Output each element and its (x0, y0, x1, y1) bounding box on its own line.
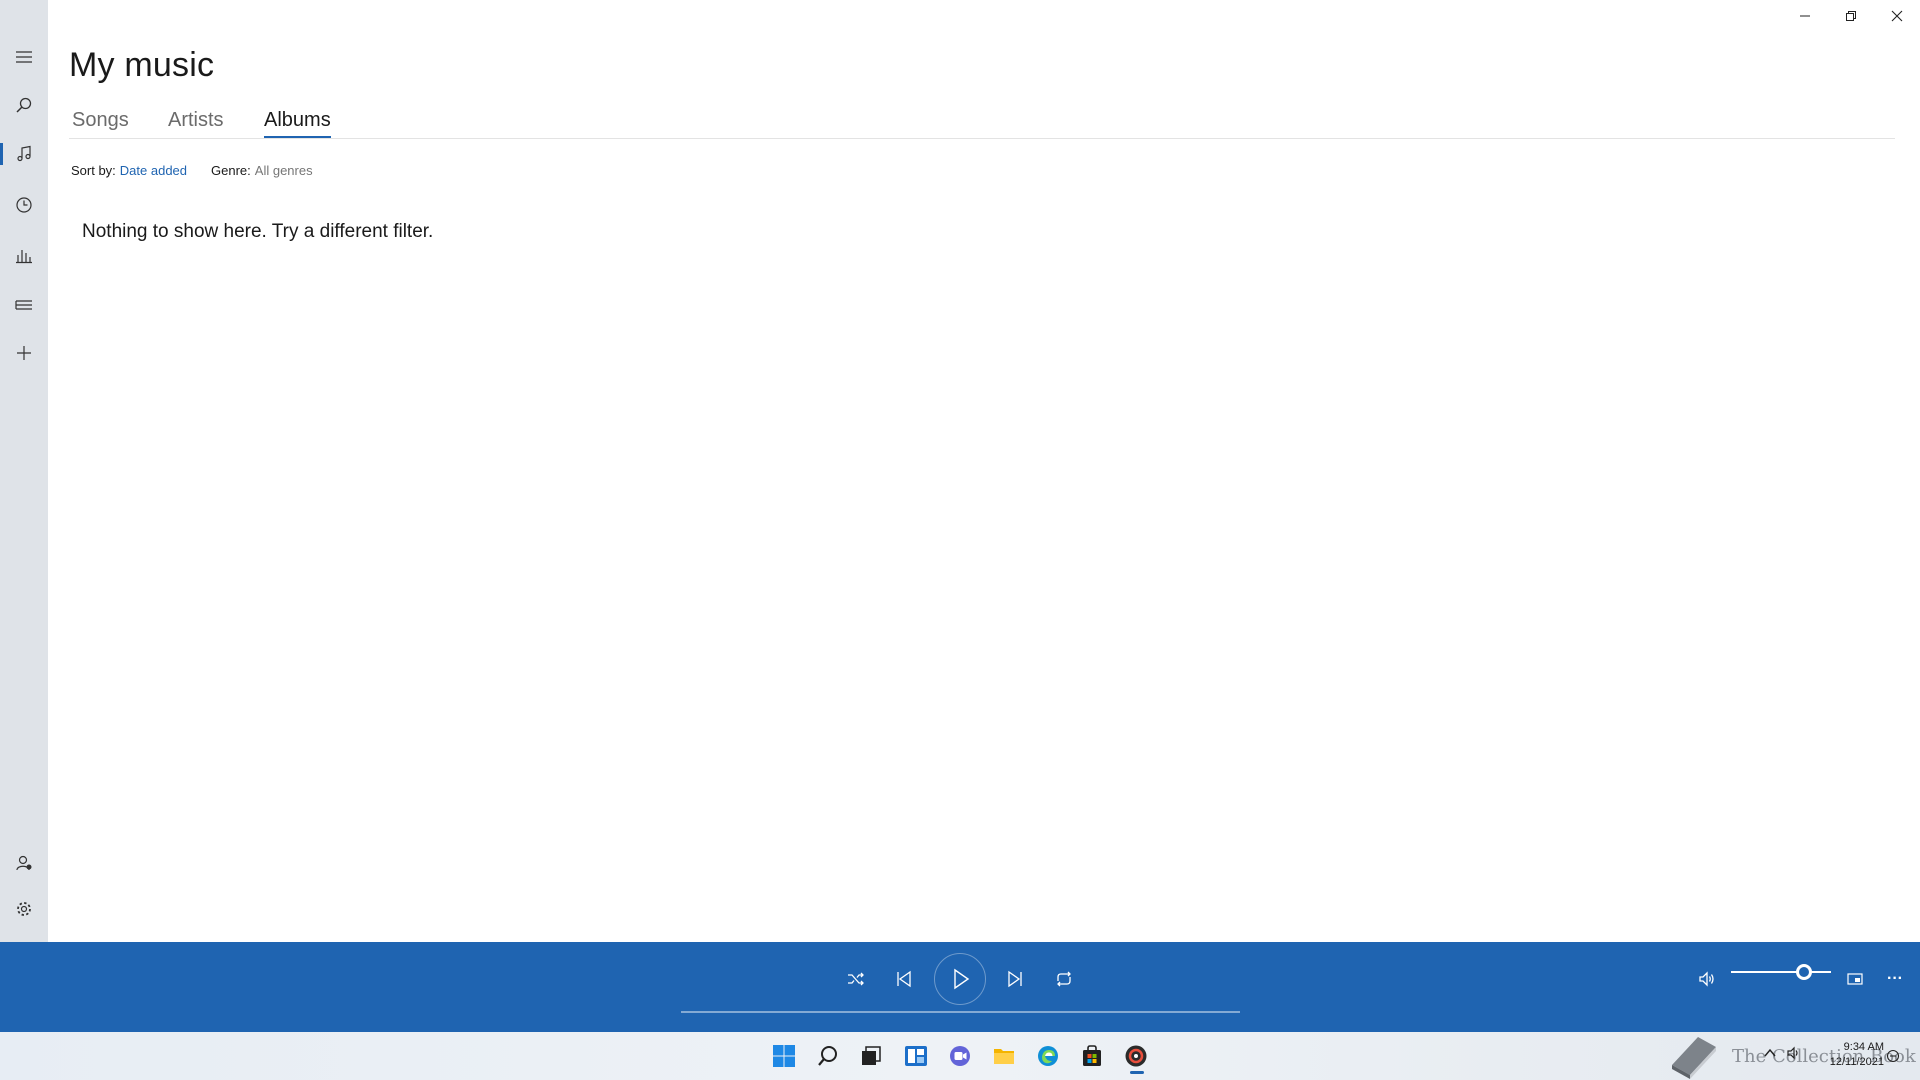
shuffle-icon (848, 972, 864, 986)
taskbar-start-button[interactable] (766, 1040, 802, 1072)
search-icon (818, 1046, 837, 1066)
tab-albums[interactable]: Albums (264, 109, 331, 138)
genre-filter[interactable]: Genre: All genres (211, 163, 313, 178)
hamburger-icon (16, 51, 32, 63)
sort-filter[interactable]: Sort by: Date added (71, 163, 187, 178)
restore-button[interactable] (1828, 0, 1874, 32)
nav-rail (0, 0, 48, 942)
taskbar-task-view-button[interactable] (853, 1040, 889, 1072)
genre-label: Genre: (211, 163, 251, 178)
taskbar-widgets-button[interactable] (898, 1040, 934, 1072)
sort-label: Sort by: (71, 163, 116, 178)
mini-view-icon (1847, 973, 1863, 985)
volume-button[interactable] (1687, 959, 1727, 999)
taskbar-store-button[interactable] (1074, 1040, 1110, 1072)
hamburger-menu-button[interactable] (0, 34, 48, 80)
speaker-icon[interactable] (1787, 1046, 1801, 1060)
volume-slider[interactable] (1731, 971, 1831, 973)
edge-icon (1038, 1046, 1058, 1066)
restore-icon (1846, 11, 1856, 21)
previous-icon (897, 970, 911, 988)
windows-start-icon (773, 1045, 795, 1067)
nav-search-button[interactable] (0, 82, 48, 128)
play-button[interactable] (934, 953, 986, 1005)
nav-recent-plays[interactable] (0, 182, 48, 228)
page-title: My music (69, 46, 215, 84)
sort-value[interactable]: Date added (120, 163, 187, 178)
close-button[interactable] (1874, 0, 1920, 32)
taskbar (0, 1032, 1920, 1080)
nav-playlists[interactable] (0, 282, 48, 328)
clock-date: 12/11/2021 (1829, 1056, 1884, 1068)
tab-artists[interactable]: Artists (168, 109, 224, 137)
minimize-icon (1800, 15, 1810, 17)
taskbar-search-button[interactable] (810, 1040, 846, 1072)
window-caption-buttons (1782, 0, 1920, 32)
equalizer-icon (16, 250, 32, 264)
playlist-icon (15, 300, 32, 310)
player-bar: ··· (0, 942, 1920, 1032)
account-icon (16, 855, 32, 871)
widgets-icon (905, 1046, 927, 1066)
music-note-icon (17, 145, 31, 162)
gear-icon (17, 902, 31, 916)
clock-icon (16, 197, 32, 213)
chevron-up-icon[interactable] (1763, 1046, 1777, 1060)
tab-songs[interactable]: Songs (72, 109, 129, 137)
more-options-button[interactable]: ··· (1875, 959, 1915, 999)
nav-new-playlist[interactable] (0, 330, 48, 376)
search-icon (16, 97, 32, 113)
mini-view-button[interactable] (1835, 959, 1875, 999)
groove-music-icon (1125, 1045, 1147, 1067)
store-icon (1083, 1045, 1101, 1066)
volume-icon (1699, 971, 1714, 987)
book-logo-icon (1672, 1037, 1716, 1079)
pivot-tabs: Songs Artists Albums (69, 106, 1895, 139)
repeat-icon (1057, 971, 1071, 987)
play-icon (954, 968, 970, 990)
taskbar-file-explorer-button[interactable] (986, 1040, 1022, 1072)
previous-button[interactable] (884, 959, 924, 999)
clock-time: 9:34 AM (1843, 1041, 1884, 1053)
nav-my-music[interactable] (0, 131, 48, 177)
empty-state-message: Nothing to show here. Try a different fi… (82, 221, 434, 242)
repeat-button[interactable] (1044, 959, 1084, 999)
notification-icon[interactable] (1886, 1049, 1900, 1063)
taskbar-edge-button[interactable] (1030, 1040, 1066, 1072)
system-tray-icons (1763, 1046, 1801, 1060)
filter-bar: Sort by: Date added Genre: All genres (71, 163, 313, 178)
minimize-button[interactable] (1782, 0, 1828, 32)
close-icon (1891, 10, 1903, 22)
teams-chat-icon (950, 1046, 970, 1066)
nav-now-playing[interactable] (0, 232, 48, 278)
system-clock[interactable]: 9:34 AM 12/11/2021 (1830, 1040, 1884, 1070)
shuffle-button[interactable] (836, 959, 876, 999)
nav-account[interactable] (0, 840, 48, 886)
next-icon (1008, 970, 1022, 988)
taskbar-chat-button[interactable] (942, 1040, 978, 1072)
plus-icon (17, 346, 31, 360)
genre-value[interactable]: All genres (255, 163, 313, 178)
seek-bar[interactable] (681, 1011, 1240, 1013)
taskbar-groove-music-button[interactable] (1118, 1040, 1154, 1074)
next-button[interactable] (995, 959, 1035, 999)
file-explorer-icon (994, 1049, 1014, 1064)
task-view-icon (862, 1046, 881, 1065)
nav-settings[interactable] (0, 886, 48, 932)
volume-slider-thumb[interactable] (1796, 964, 1812, 980)
